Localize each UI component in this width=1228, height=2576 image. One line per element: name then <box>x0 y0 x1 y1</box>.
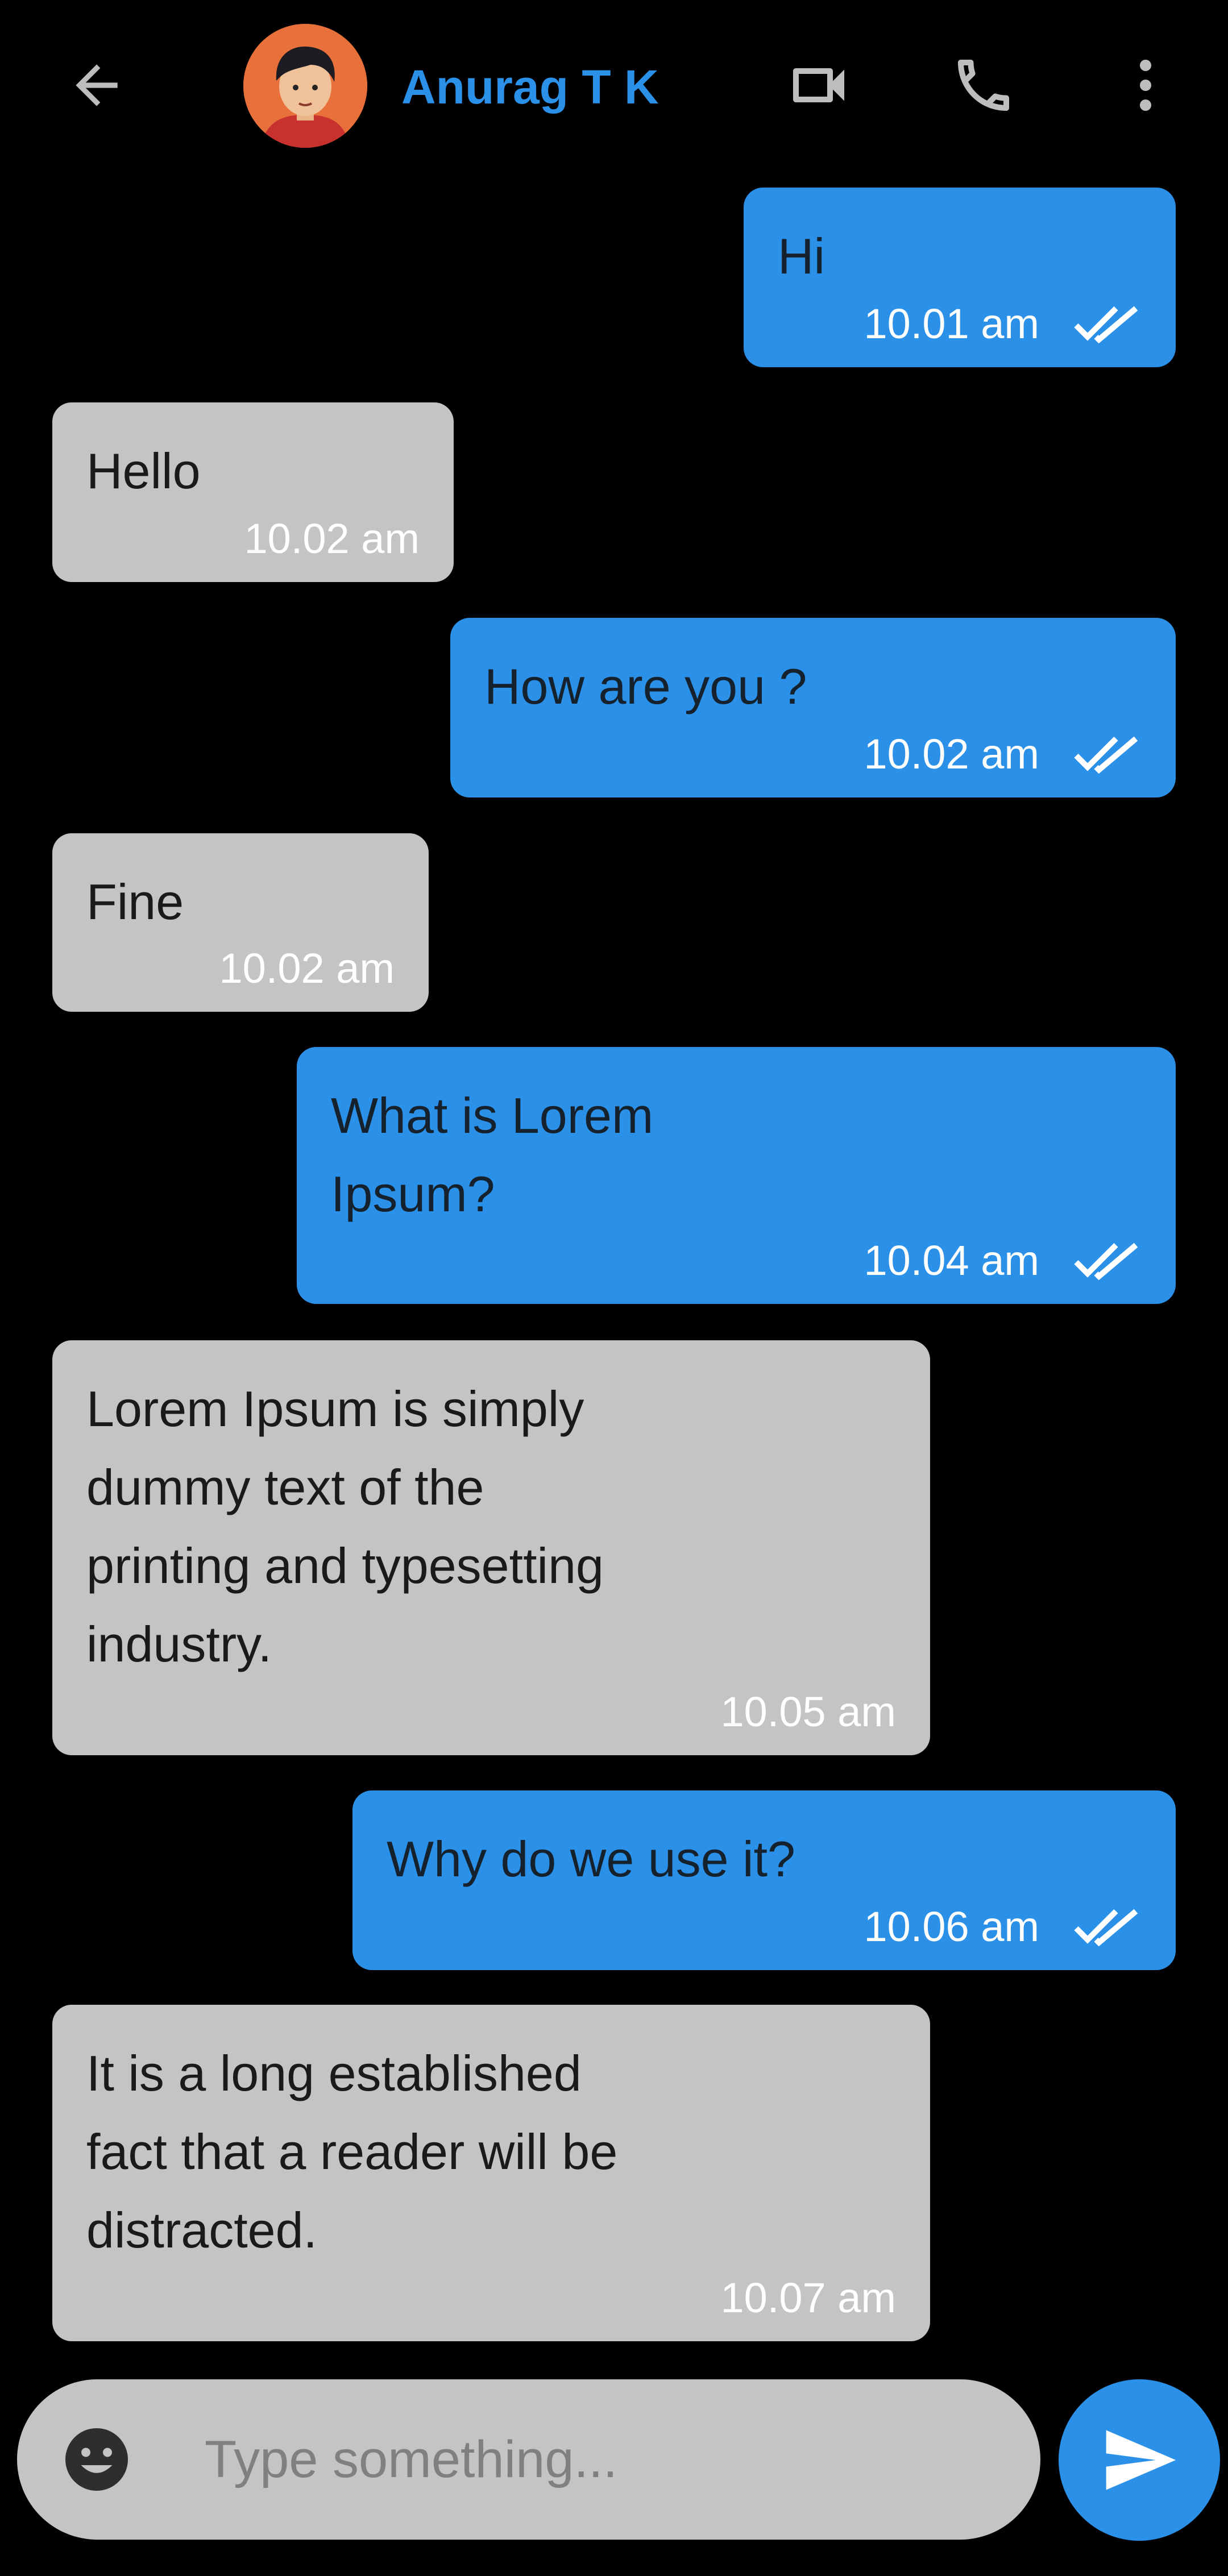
double-check-icon <box>1073 734 1142 774</box>
message-time: 10.02 am <box>244 515 420 562</box>
message-time: 10.06 am <box>864 1903 1039 1950</box>
back-button[interactable] <box>57 45 136 125</box>
message-time: 10.02 am <box>864 730 1039 778</box>
message-meta: 10.02 am <box>219 940 395 997</box>
double-check-icon <box>1073 1907 1142 1947</box>
message-text-line: Hi <box>778 228 825 284</box>
message-text-line: It is a long established <box>86 2045 582 2101</box>
message-text-line: Lorem Ipsum is simply <box>86 1381 584 1437</box>
message-meta: 10.07 am <box>720 2270 896 2326</box>
more-vertical-icon <box>1140 60 1151 111</box>
phone-icon <box>958 60 1009 111</box>
message-meta: 10.05 am <box>720 1684 896 1740</box>
message-time: 10.05 am <box>720 1688 896 1735</box>
avatar[interactable] <box>243 24 367 148</box>
message-bubble-incoming[interactable]: Fine 10.02 am <box>52 833 429 1012</box>
send-button[interactable] <box>1059 2379 1220 2541</box>
message-bubble-outgoing[interactable]: Hi 10.01 am <box>744 188 1176 367</box>
emoji-button[interactable] <box>63 2425 131 2494</box>
message-text-line: Why do we use it? <box>387 1831 795 1887</box>
message-text-line: Ipsum? <box>331 1166 495 1222</box>
message-bubble-outgoing[interactable]: Why do we use it? 10.06 am <box>352 1790 1176 1970</box>
message-time: 10.02 am <box>219 945 395 992</box>
double-check-icon <box>1073 304 1142 344</box>
message-text-line: industry. <box>86 1616 272 1672</box>
message-bubble-incoming[interactable]: It is a long established fact that a rea… <box>52 2005 930 2341</box>
send-icon <box>1106 2430 1176 2490</box>
message-text-line: How are you ? <box>484 658 807 714</box>
message-text-line: What is Lorem <box>331 1087 654 1144</box>
message-time: 10.01 am <box>864 300 1039 347</box>
message-composer <box>17 2379 1040 2540</box>
message-time: 10.07 am <box>720 2274 896 2321</box>
message-meta: 10.02 am <box>244 510 420 567</box>
message-bubble-incoming[interactable]: Lorem Ipsum is simply dummy text of the … <box>52 1340 930 1755</box>
video-call-button[interactable] <box>779 45 858 125</box>
message-bubble-outgoing[interactable]: What is Lorem Ipsum? 10.04 am <box>297 1047 1176 1304</box>
contact-name[interactable]: Anurag T K <box>401 56 659 118</box>
avatar-image <box>243 24 367 148</box>
chat-header: Anurag T K <box>0 0 1228 171</box>
message-text-line: Fine <box>86 874 184 930</box>
emoji-icon <box>65 2428 128 2491</box>
more-options-button[interactable] <box>1106 45 1185 125</box>
message-text-line: Hello <box>86 443 201 499</box>
message-meta: 10.02 am <box>864 726 1142 783</box>
message-input[interactable] <box>205 2413 1001 2506</box>
back-arrow-icon <box>76 64 118 106</box>
message-text-line: dummy text of the <box>86 1459 484 1515</box>
message-text-line: fact that a reader will be <box>86 2124 618 2180</box>
voice-call-button[interactable] <box>944 45 1023 125</box>
message-meta: 10.06 am <box>864 1898 1142 1955</box>
message-meta: 10.04 am <box>864 1232 1142 1289</box>
message-text-line: distracted. <box>86 2202 317 2258</box>
message-bubble-outgoing[interactable]: How are you ? 10.02 am <box>450 618 1176 797</box>
message-time: 10.04 am <box>864 1237 1039 1284</box>
double-check-icon <box>1073 1241 1142 1281</box>
video-camera-icon <box>793 68 844 102</box>
message-meta: 10.01 am <box>864 296 1142 352</box>
message-bubble-incoming[interactable]: Hello 10.02 am <box>52 402 454 582</box>
message-text-line: printing and typesetting <box>86 1538 604 1594</box>
